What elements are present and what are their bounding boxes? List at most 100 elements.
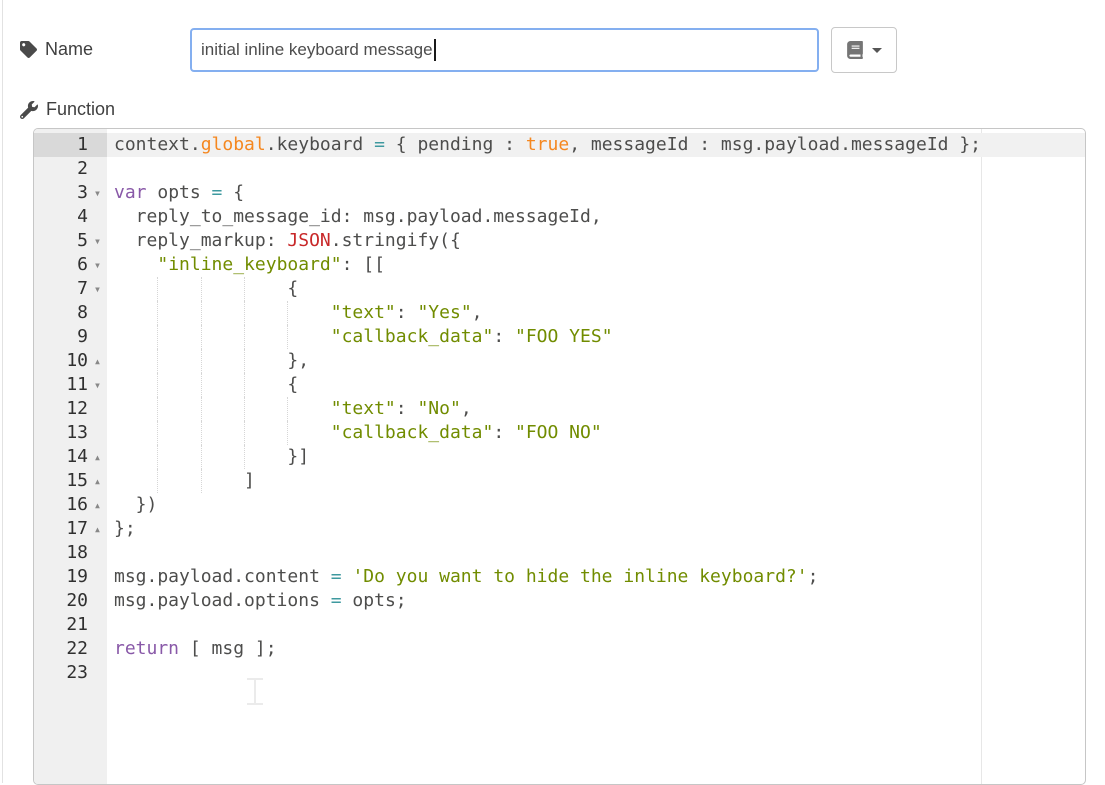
gutter-cell: 16▴ bbox=[34, 493, 107, 517]
code-token: = bbox=[374, 134, 385, 155]
gutter-cell: 13 bbox=[34, 421, 107, 445]
gutter-cell: 1 bbox=[34, 133, 107, 157]
code-token: global bbox=[201, 134, 266, 155]
indent-guide bbox=[157, 373, 158, 397]
code-token: .stringify({ bbox=[331, 230, 461, 251]
line-number: 10 bbox=[36, 349, 88, 373]
code-editor: 123▾45▾6▾7▾8910▴11▾121314▴15▴16▴17▴18192… bbox=[33, 128, 1086, 785]
indent-guide bbox=[157, 277, 158, 301]
indent-guide bbox=[157, 301, 158, 325]
name-label-text: Name bbox=[45, 39, 93, 60]
code-token: }) bbox=[114, 494, 157, 515]
indent-guide bbox=[157, 421, 158, 445]
code-line[interactable]: }) bbox=[107, 493, 1085, 517]
code-lines[interactable]: context.global.keyboard = { pending : tr… bbox=[107, 129, 1085, 784]
code-line[interactable]: "inline_keyboard": [[ bbox=[107, 253, 1085, 277]
gutter-cell: 21 bbox=[34, 613, 107, 637]
line-number: 15 bbox=[36, 469, 88, 493]
code-token: , messageId : msg.payload.messageId }; bbox=[569, 134, 981, 155]
code-token: : bbox=[493, 326, 515, 347]
gutter-cell: 10▴ bbox=[34, 349, 107, 373]
gutter-cell: 5▾ bbox=[34, 229, 107, 253]
code-line[interactable]: ] bbox=[107, 469, 1085, 493]
code-line[interactable]: msg.payload.options = opts; bbox=[107, 589, 1085, 613]
gutter-cell: 6▾ bbox=[34, 253, 107, 277]
code-token: "text" bbox=[331, 398, 396, 419]
code-token bbox=[114, 302, 331, 323]
line-number: 8 bbox=[36, 301, 88, 325]
dialog-edge-line bbox=[2, 0, 3, 783]
code-line[interactable]: return [ msg ]; bbox=[107, 637, 1085, 661]
code-token bbox=[114, 422, 331, 443]
code-line[interactable] bbox=[107, 157, 1085, 181]
line-number: 11 bbox=[36, 373, 88, 397]
code-token bbox=[114, 254, 157, 275]
code-token: { pending : bbox=[385, 134, 526, 155]
indent-guide bbox=[201, 301, 202, 325]
code-token: opts; bbox=[342, 590, 407, 611]
code-line[interactable]: msg.payload.content = 'Do you want to hi… bbox=[107, 565, 1085, 589]
indent-guide bbox=[244, 373, 245, 397]
fold-open-icon[interactable]: ▾ bbox=[88, 253, 107, 277]
code-line[interactable] bbox=[107, 661, 1085, 685]
code-line[interactable] bbox=[107, 613, 1085, 637]
fold-end-icon[interactable]: ▴ bbox=[88, 517, 107, 541]
code-line[interactable]: { bbox=[107, 373, 1085, 397]
fold-end-icon[interactable]: ▴ bbox=[88, 493, 107, 517]
line-number: 7 bbox=[36, 277, 88, 301]
line-number: 17 bbox=[36, 517, 88, 541]
code-token: "inline_keyboard" bbox=[157, 254, 341, 275]
gutter-cell: 9 bbox=[34, 325, 107, 349]
indent-guide bbox=[157, 469, 158, 493]
code-line[interactable]: "text": "Yes", bbox=[107, 301, 1085, 325]
code-line[interactable]: "callback_data": "FOO NO" bbox=[107, 421, 1085, 445]
code-line[interactable]: "callback_data": "FOO YES" bbox=[107, 325, 1085, 349]
fold-open-icon[interactable]: ▾ bbox=[88, 373, 107, 397]
code-token: "callback_data" bbox=[331, 326, 494, 347]
tag-icon bbox=[20, 41, 37, 58]
gutter-cell: 3▾ bbox=[34, 181, 107, 205]
code-token: { bbox=[114, 278, 298, 299]
code-line[interactable]: "text": "No", bbox=[107, 397, 1085, 421]
indent-guide bbox=[244, 301, 245, 325]
fold-open-icon[interactable]: ▾ bbox=[88, 229, 107, 253]
fold-open-icon[interactable]: ▾ bbox=[88, 181, 107, 205]
code-token bbox=[342, 566, 353, 587]
gutter-cell: 23 bbox=[34, 661, 107, 685]
fold-end-icon[interactable]: ▴ bbox=[88, 445, 107, 469]
caret-down-icon bbox=[872, 48, 882, 53]
gutter-cell: 2 bbox=[34, 157, 107, 181]
function-section-label: Function bbox=[20, 99, 115, 120]
code-token: , bbox=[461, 398, 472, 419]
gutter-cell: 7▾ bbox=[34, 277, 107, 301]
function-label-text: Function bbox=[46, 99, 115, 120]
code-line[interactable]: context.global.keyboard = { pending : tr… bbox=[107, 133, 1085, 157]
fold-end-icon[interactable]: ▴ bbox=[88, 469, 107, 493]
indent-guide bbox=[157, 325, 158, 349]
indent-guide bbox=[244, 349, 245, 373]
gutter-cell: 18 bbox=[34, 541, 107, 565]
fold-open-icon[interactable]: ▾ bbox=[88, 277, 107, 301]
line-number: 23 bbox=[36, 661, 88, 685]
code-line[interactable]: reply_to_message_id: msg.payload.message… bbox=[107, 205, 1085, 229]
line-number: 16 bbox=[36, 493, 88, 517]
code-token: = bbox=[331, 590, 342, 611]
code-line[interactable]: reply_markup: JSON.stringify({ bbox=[107, 229, 1085, 253]
line-number: 3 bbox=[36, 181, 88, 205]
library-button[interactable] bbox=[831, 27, 897, 73]
line-number: 19 bbox=[36, 565, 88, 589]
code-line[interactable]: { bbox=[107, 277, 1085, 301]
fold-end-icon[interactable]: ▴ bbox=[88, 349, 107, 373]
code-token: , bbox=[472, 302, 483, 323]
code-token: "FOO NO" bbox=[515, 422, 602, 443]
code-line[interactable]: }] bbox=[107, 445, 1085, 469]
line-number: 1 bbox=[36, 133, 88, 157]
indent-guide bbox=[287, 301, 288, 325]
gutter-cell: 20 bbox=[34, 589, 107, 613]
code-line[interactable]: var opts = { bbox=[107, 181, 1085, 205]
code-line[interactable]: }, bbox=[107, 349, 1085, 373]
code-line[interactable]: }; bbox=[107, 517, 1085, 541]
code-line[interactable] bbox=[107, 541, 1085, 565]
indent-guide bbox=[244, 277, 245, 301]
name-input[interactable]: initial inline keyboard message bbox=[190, 28, 819, 72]
